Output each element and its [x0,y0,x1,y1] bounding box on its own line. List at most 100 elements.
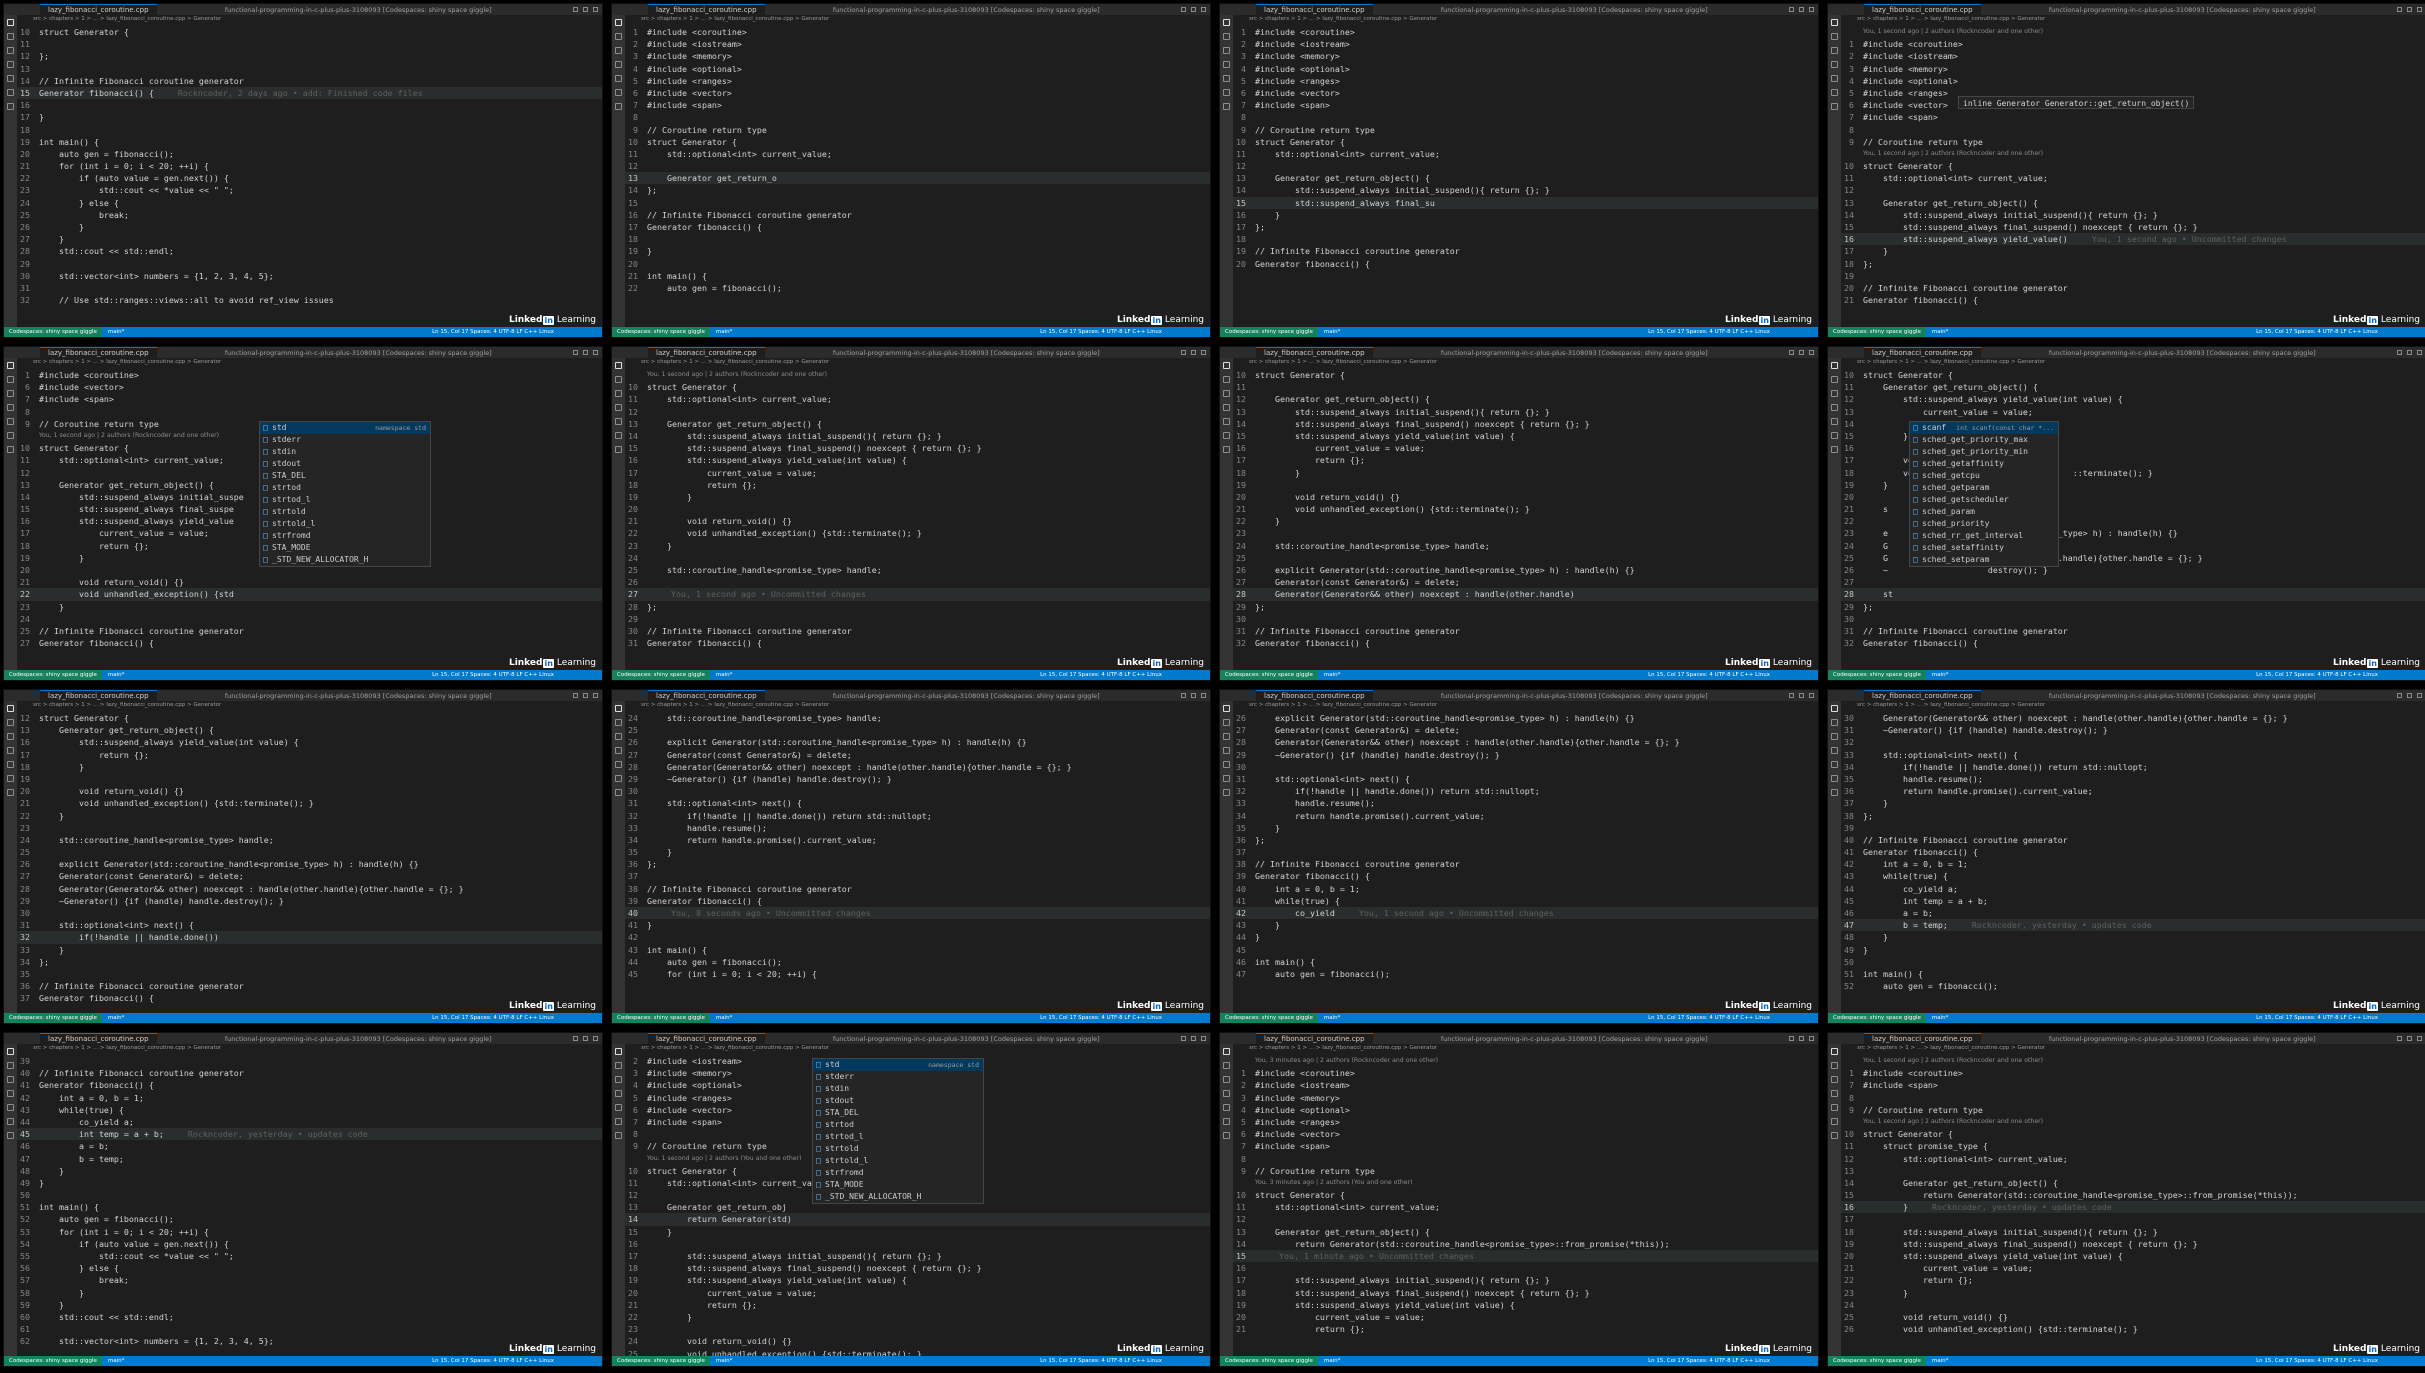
code-line[interactable]: 2 #include <iostream> [1233,1079,1818,1091]
code-line[interactable]: 22 } [1233,515,1818,527]
testing-icon[interactable] [1831,103,1838,110]
code-line[interactable]: 13 current_value = value; [1841,406,2425,418]
remote-indicator[interactable]: Codespaces: shiny space giggle [1828,1356,1926,1366]
code-line[interactable]: 22 void unhandled_exception() {std [17,588,602,601]
code-line[interactable]: 35 [17,968,602,980]
code-line[interactable]: 22 if (auto value = gen.next()) { [17,172,602,184]
code-view[interactable]: 12 struct Generator {13 Generator get_ret… [17,710,602,1013]
code-line[interactable]: 16 std::suspend_always yield_value(int v… [625,454,1210,466]
code-line[interactable]: 29}; [1841,601,2425,613]
source-control-icon[interactable] [615,47,622,54]
remote-icon[interactable] [615,432,622,439]
code-line[interactable]: 31 Generator fibonacci() { [625,637,1210,649]
extensions-icon[interactable] [1223,761,1230,768]
run-debug-icon[interactable] [615,747,622,754]
editor-tab[interactable]: lazy_fibonacci_coroutine.cpp [40,1033,157,1044]
code-line[interactable]: 16 [1233,1262,1818,1274]
code-line[interactable]: 10 struct Generator { [625,381,1210,393]
code-line[interactable]: 8 [1233,1153,1818,1165]
code-line[interactable]: 25 break; [17,209,602,221]
code-line[interactable]: 45 int temp = a + b; [1841,895,2425,907]
source-control-icon[interactable] [1831,47,1838,54]
remote-indicator[interactable]: Codespaces: shiny space giggle [1220,670,1318,680]
code-line[interactable]: 29}; [1233,601,1818,613]
code-line[interactable]: 31 std::optional<int> next() { [1233,773,1818,785]
code-line[interactable]: 46 a = b; [1841,907,2425,919]
code-line[interactable]: 12 std::optional<int> current_value; [1841,1153,2425,1165]
code-line[interactable]: 4 #include <optional> [1233,63,1818,75]
run-debug-icon[interactable] [615,61,622,68]
run-debug-icon[interactable] [1831,747,1838,754]
maximize-icon[interactable] [1191,7,1196,12]
code-line[interactable]: 31 std::optional<int> next() { [17,919,602,931]
code-line[interactable]: 3 #include <memory> [1233,50,1818,62]
suggest-item[interactable]: □ strtod [813,1119,983,1131]
run-debug-icon[interactable] [7,404,14,411]
testing-icon[interactable] [7,1132,14,1139]
suggest-item[interactable]: □ stdout [260,458,430,470]
code-line[interactable]: 19 [1841,270,2425,282]
source-control-icon[interactable] [7,1076,14,1083]
source-control-icon[interactable] [1831,733,1838,740]
code-line[interactable]: 22 auto gen = fibonacci(); [625,282,1210,294]
code-line[interactable]: 56 } else { [17,1262,602,1274]
source-control-icon[interactable] [1223,733,1230,740]
close-icon[interactable] [2417,7,2422,12]
code-line[interactable]: 58 } [17,1287,602,1299]
code-line[interactable]: 44 auto gen = fibonacci(); [625,956,1210,968]
testing-icon[interactable] [1831,789,1838,796]
branch-indicator[interactable]: main* [1926,672,2256,678]
testing-icon[interactable] [615,446,622,453]
code-line[interactable]: 35 } [625,846,1210,858]
code-line[interactable]: 7 #include <span> [625,99,1210,111]
code-line[interactable]: 61 [17,1323,602,1335]
code-line[interactable]: 31 [17,282,602,294]
code-line[interactable]: 39 [1841,822,2425,834]
code-line[interactable]: 15 std::suspend_always final_suspend() n… [1841,221,2425,233]
suggest-item[interactable]: □ sched_getscheduler [1910,494,2058,506]
branch-indicator[interactable]: main* [1318,1358,1648,1364]
code-line[interactable]: 18 std::suspend_always final_suspend() n… [625,1262,1210,1274]
code-line[interactable]: 17 current_value = value; [625,467,1210,479]
code-line[interactable]: 35 } [1233,822,1818,834]
testing-icon[interactable] [1831,446,1838,453]
code-view[interactable]: You, 1 second ago | 2 authors (Rockncode… [1841,24,2425,327]
code-line[interactable]: 12 [625,160,1210,172]
code-line[interactable]: 7 #include <span> [1841,111,2425,123]
search-icon[interactable] [7,719,14,726]
code-line[interactable]: 24 std::coroutine_handle<promise_type> h… [17,834,602,846]
code-line[interactable]: 51 int main() { [1841,968,2425,980]
code-line[interactable]: 33 } [17,944,602,956]
explorer-icon[interactable] [7,19,14,26]
code-line[interactable]: 34 return handle.promise().current_value… [1233,810,1818,822]
code-line[interactable]: 11 [17,38,602,50]
testing-icon[interactable] [1223,1132,1230,1139]
close-icon[interactable] [1809,1036,1814,1041]
code-line[interactable]: 48 } [1841,931,2425,943]
code-line[interactable]: 14 std::suspend_always final_suspend() n… [1233,418,1818,430]
suggest-item[interactable]: □ sched_param [1910,506,2058,518]
code-line[interactable]: 28}; [625,601,1210,613]
explorer-icon[interactable] [1831,19,1838,26]
code-line[interactable]: 10 struct Generator { [1233,1189,1818,1201]
code-view[interactable]: You, 1 second ago | 2 authors (Rockncode… [625,367,1210,670]
code-line[interactable]: 22 return {}; [1841,1274,2425,1286]
minimize-icon[interactable] [573,693,578,698]
code-view[interactable]: 30 Generator(Generator&& other) noexcept… [1841,710,2425,1013]
code-line[interactable]: 10 struct Generator { [625,136,1210,148]
remote-icon[interactable] [7,1118,14,1125]
code-line[interactable]: 33 std::optional<int> next() { [1841,749,2425,761]
explorer-icon[interactable] [1831,362,1838,369]
minimize-icon[interactable] [1181,693,1186,698]
code-line[interactable]: 13 Generator get_return_object() { [17,724,602,736]
testing-icon[interactable] [615,1132,622,1139]
code-line[interactable]: 36 return handle.promise().current_value… [1841,785,2425,797]
testing-icon[interactable] [7,789,14,796]
editor-tab[interactable]: lazy_fibonacci_coroutine.cpp [1256,4,1373,15]
run-debug-icon[interactable] [1831,404,1838,411]
code-line[interactable]: 1 #include <coroutine> [625,26,1210,38]
code-line[interactable]: 20 void return_void() {} [1233,491,1818,503]
code-line[interactable]: 13 Generator get_return_object() { [625,418,1210,430]
code-line[interactable]: 22 } [17,810,602,822]
code-line[interactable]: 53 for (int i = 0; i < 20; ++i) { [17,1226,602,1238]
